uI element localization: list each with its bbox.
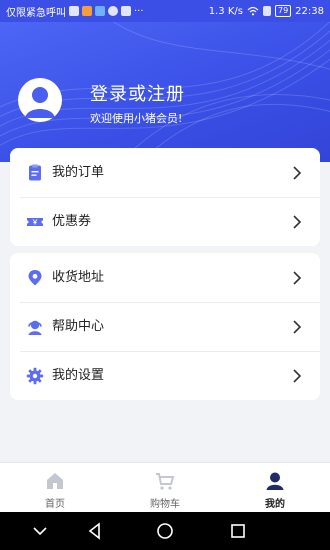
chevron-right-icon [293,215,302,229]
status-left: 仅限紧急呼叫 ··· [6,4,144,19]
home-icon [47,473,63,489]
tab-label: 首页 [45,499,65,510]
chevron-right-icon [293,271,302,285]
cart-icon [156,473,175,490]
support-icon [28,320,42,335]
menu-item-label: 我的设置 [52,368,105,383]
system-nav-bar [0,512,330,550]
recent-apps-icon[interactable] [228,521,248,541]
app-notification-icon [95,6,105,16]
welcome-text: 欢迎使用小猪会员! [90,112,183,125]
tab-cart[interactable]: 购物车 [110,463,220,513]
chevron-down-icon[interactable] [30,521,50,541]
battery-icon: 79 [274,5,292,17]
menu-item-label: 帮助中心 [52,319,105,334]
clock: 22:38 [295,5,324,17]
menu-item-settings[interactable]: 我的设置 [10,351,320,400]
user-avatar-icon [25,87,55,118]
menu-item-help[interactable]: 帮助中心 [10,302,320,351]
chevron-right-icon [293,369,302,383]
menu-card-account: 收货地址 帮助中心 我的设置 [10,253,320,400]
home-button-icon[interactable] [155,521,175,541]
menu-item-address[interactable]: 收货地址 [10,253,320,302]
chevron-right-icon [293,320,302,334]
carrier-text: 仅限紧急呼叫 [6,7,66,19]
status-bar: 仅限紧急呼叫 ··· 1.3 K/s 79 22:38 [0,0,330,22]
bottom-tab-bar: 首页 购物车 我的 [0,462,330,512]
menu-item-label: 优惠券 [52,214,92,229]
app-notification-icon [108,6,118,16]
chevron-right-icon [293,166,302,180]
tab-label: 购物车 [150,499,180,510]
app-notification-icon [82,6,92,16]
order-icon [29,164,41,181]
gear-icon [26,367,44,385]
location-icon [28,270,42,286]
wifi-icon [247,6,259,16]
coupon-icon [27,218,43,226]
menu-item-label: 我的订单 [52,165,105,180]
tab-home[interactable]: 首页 [0,463,110,513]
status-right: 1.3 K/s 79 22:38 [209,5,324,17]
app-notification-icon [121,6,131,16]
tab-label: 我的 [265,499,285,510]
menu-item-coupons[interactable]: 优惠券 [10,197,320,246]
back-icon[interactable] [85,521,105,541]
tab-profile[interactable]: 我的 [220,463,330,513]
login-register-link[interactable]: 登录或注册 [90,80,185,106]
menu-item-label: 收货地址 [52,270,105,285]
network-speed: 1.3 K/s [208,5,243,17]
profile-header: 登录或注册 欢迎使用小猪会员! [0,22,330,162]
more-icon: ··· [134,5,144,17]
user-icon [266,472,284,490]
menu-card-orders: 我的订单 优惠券 [10,148,320,246]
avatar[interactable] [18,78,62,122]
notification-icon [69,6,79,16]
menu-item-orders[interactable]: 我的订单 [10,148,320,197]
sim-icon [262,6,271,16]
